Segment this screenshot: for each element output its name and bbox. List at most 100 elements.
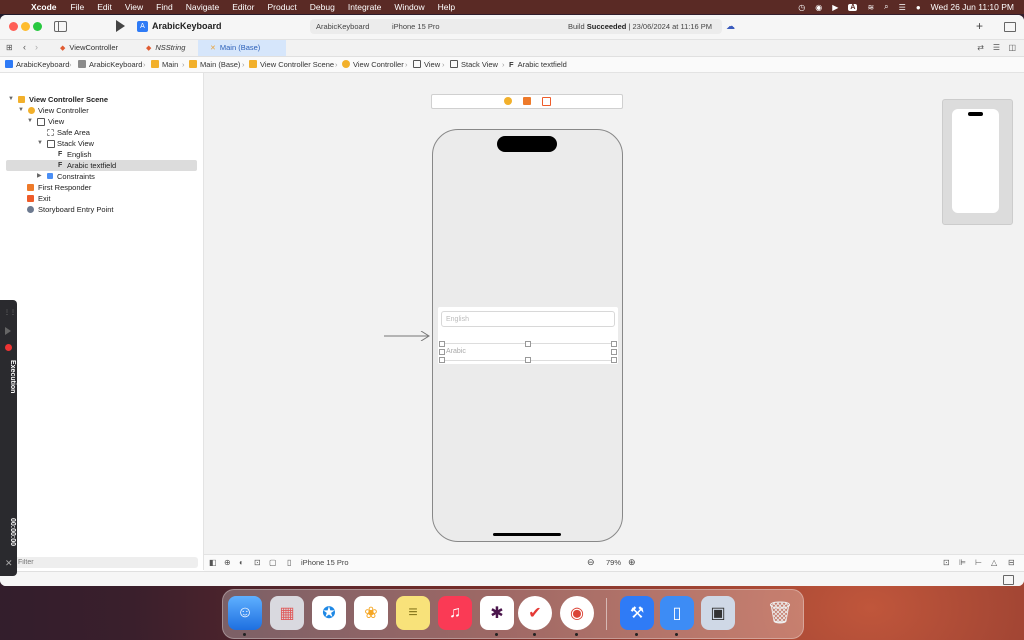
menu-editor[interactable]: Editor [232, 2, 254, 12]
navigate-forward-icon[interactable]: › [35, 42, 38, 52]
cloud-status-icon[interactable]: ☁ [726, 21, 735, 32]
dock-finder[interactable]: ☺ [228, 596, 262, 630]
menu-product[interactable]: Product [267, 2, 296, 12]
minimize-window-button[interactable] [21, 22, 30, 31]
breadcrumb-project[interactable]: ArabicKeyboard [5, 60, 69, 69]
english-textfield[interactable]: English [441, 311, 615, 327]
scheme-selector[interactable]: ArabicKeyboard [316, 22, 369, 31]
dock-launchpad[interactable]: ▦ [270, 596, 304, 630]
fullscreen-window-button[interactable] [33, 22, 42, 31]
first-responder-icon[interactable] [523, 97, 531, 105]
breadcrumb-main-base[interactable]: Main (Base) [189, 60, 240, 69]
siri-icon[interactable]: ● [916, 3, 921, 12]
tab-nsstring[interactable]: ◆ NSString [140, 40, 202, 56]
align-icon[interactable]: ⊫ [959, 558, 966, 567]
input-source-badge[interactable]: A [848, 3, 858, 11]
outline-row-constraints[interactable]: ▶ Constraints [6, 171, 197, 182]
debug-area-toggle-icon[interactable] [1003, 575, 1014, 585]
menu-navigate[interactable]: Navigate [186, 2, 220, 12]
menu-help[interactable]: Help [438, 2, 455, 12]
execution-panel[interactable]: ⋮⋮ Execution 00:00:00 ✕ [0, 300, 17, 576]
nordvpn-status-icon[interactable]: ◉ [815, 3, 822, 12]
zoom-in-icon[interactable]: ⊕ [628, 557, 636, 568]
resize-handle[interactable] [439, 349, 445, 355]
resize-handle[interactable] [439, 357, 445, 363]
split-editor-icon[interactable]: ◫ [1008, 43, 1016, 52]
menu-file[interactable]: File [71, 2, 85, 12]
dock-notes[interactable]: ≡ [396, 596, 430, 630]
wifi-icon[interactable]: ≋ [867, 3, 874, 12]
embed-in-icon[interactable]: ⊟ [1008, 558, 1015, 567]
outline-row-view-controller[interactable]: ▼ View Controller [6, 105, 197, 116]
outline-row-stack-view[interactable]: ▼ Stack View [6, 138, 197, 149]
resize-handle[interactable] [525, 357, 531, 363]
resize-handle[interactable] [611, 341, 617, 347]
navigator-toggle-icon[interactable] [54, 21, 67, 32]
outline-row-exit[interactable]: Exit [6, 193, 197, 204]
drag-grip-icon[interactable]: ⋮⋮ [4, 309, 16, 316]
menu-window[interactable]: Window [394, 2, 424, 12]
breadcrumb-arabic-textfield[interactable]: F Arabic textfield [509, 60, 567, 69]
dock-simulator[interactable]: ▯ [660, 596, 694, 630]
run-destination-selector[interactable]: iPhone 15 Pro [392, 22, 440, 31]
dock-trash[interactable]: 🗑 [763, 596, 797, 630]
menu-view[interactable]: View [125, 2, 143, 12]
disclosure-open-icon[interactable]: ▼ [8, 94, 14, 105]
canvas-minimap[interactable] [942, 99, 1013, 225]
outline-row-entry-point[interactable]: Storyboard Entry Point [6, 204, 197, 215]
resize-handle[interactable] [525, 341, 531, 347]
menu-find[interactable]: Find [156, 2, 173, 12]
dock-preview[interactable]: ▣ [701, 596, 735, 630]
control-center-icon[interactable]: ☰ [899, 3, 906, 12]
outline-filter-input[interactable] [8, 557, 198, 568]
menubar-clock[interactable]: Wed 26 Jun 11:10 PM [931, 2, 1014, 12]
trait-variation-icon[interactable]: ⊕ [224, 558, 231, 567]
run-button[interactable] [116, 20, 125, 32]
resize-handle[interactable] [611, 349, 617, 355]
outline-row-first-responder[interactable]: First Responder [6, 182, 197, 193]
device-size-icon[interactable]: ▢ [269, 558, 277, 567]
play-status-icon[interactable]: ▶ [832, 3, 838, 12]
outline-row-arabic-textfield[interactable]: F Arabic textfield [6, 160, 197, 171]
outline-row-scene[interactable]: ▼ View Controller Scene [6, 94, 197, 105]
refresh-canvas-icon[interactable]: ⇄ [977, 43, 984, 52]
iphone-frame[interactable]: English Arabic [432, 129, 623, 542]
navigate-back-icon[interactable]: ‹ [23, 42, 26, 52]
dock-safari[interactable]: ✪ [312, 596, 346, 630]
outline-row-view[interactable]: ▼ View [6, 116, 197, 127]
disclosure-open-icon[interactable]: ▼ [18, 105, 24, 116]
breadcrumb-view-controller[interactable]: View Controller [342, 60, 404, 69]
storyboard-canvas[interactable]: English Arabic [204, 73, 1024, 554]
outline-toggle-icon[interactable]: ◧ [209, 558, 217, 567]
breadcrumb-view[interactable]: View [413, 60, 440, 69]
close-window-button[interactable] [9, 22, 18, 31]
search-icon[interactable]: ⌕ [884, 2, 888, 12]
tab-main-base[interactable]: ✕ Main (Base) [198, 40, 286, 56]
menu-edit[interactable]: Edit [97, 2, 112, 12]
outline-row-english[interactable]: F English [6, 149, 197, 160]
resize-handle[interactable] [439, 341, 445, 347]
record-icon[interactable] [5, 344, 12, 351]
exit-icon[interactable] [542, 97, 551, 106]
dock-photos[interactable]: ❀ [354, 596, 388, 630]
close-icon[interactable]: ✕ [5, 558, 13, 569]
related-items-icon[interactable]: ⊞ [6, 43, 13, 52]
zoom-out-icon[interactable]: ⊖ [587, 557, 595, 568]
menu-app-name[interactable]: Xcode [31, 2, 57, 12]
disclosure-open-icon[interactable]: ▼ [27, 116, 33, 127]
inspector-toggle-icon[interactable] [1004, 22, 1016, 32]
resolve-autolayout-icon[interactable]: △ [991, 558, 997, 567]
disclosure-closed-icon[interactable]: ▶ [37, 171, 42, 182]
dock-tasks[interactable]: ✔ [518, 596, 552, 630]
menu-debug[interactable]: Debug [310, 2, 335, 12]
appearance-icon[interactable]: ◐ [239, 558, 244, 567]
dock-xcode[interactable]: ⚒ [620, 596, 654, 630]
add-constraints-icon[interactable]: ⊢ [975, 558, 982, 567]
outline-row-safe-area[interactable]: Safe Area [6, 127, 197, 138]
dock-chrome[interactable]: ◉ [560, 596, 594, 630]
dock-music[interactable]: ♫ [438, 596, 472, 630]
view-controller-icon[interactable] [504, 97, 512, 105]
zoom-level[interactable]: 79% [606, 558, 621, 567]
play-icon[interactable] [5, 327, 11, 335]
breadcrumb-folder[interactable]: ArabicKeyboard [78, 60, 142, 69]
